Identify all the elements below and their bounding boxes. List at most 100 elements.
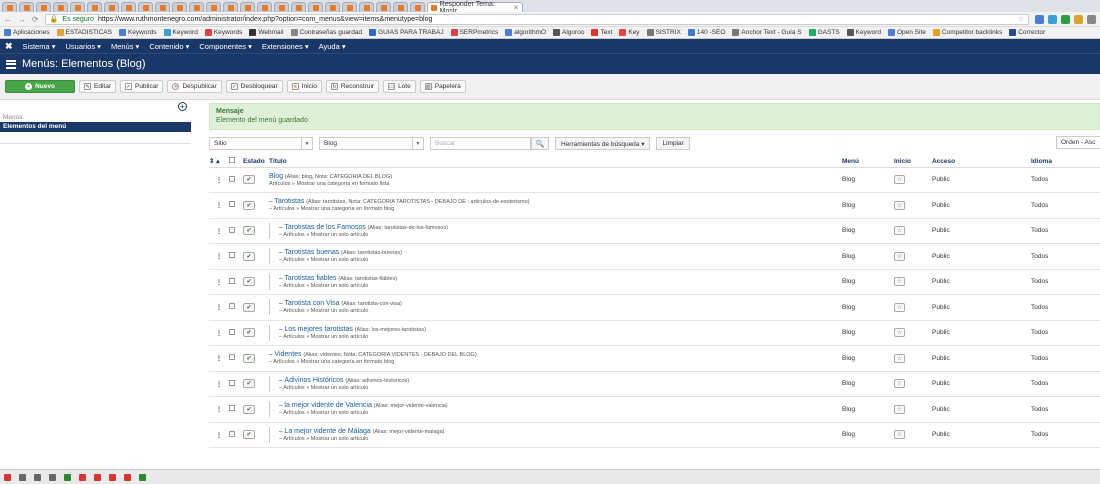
menu-item-link[interactable]: Tarotistas de los Famosos bbox=[284, 224, 365, 231]
browser-tab[interactable] bbox=[138, 2, 153, 12]
bookmark-item[interactable]: Algoroo bbox=[553, 29, 584, 36]
row-checkbox[interactable] bbox=[229, 379, 235, 386]
bookmark-item[interactable]: Keywords bbox=[118, 29, 157, 36]
published-check-icon[interactable]: ✔ bbox=[243, 404, 255, 414]
default-star-icon[interactable]: ☆ bbox=[894, 302, 905, 312]
add-circle-icon[interactable]: + bbox=[178, 102, 187, 111]
default-star-icon[interactable]: ☆ bbox=[894, 251, 905, 261]
default-star-icon[interactable]: ☆ bbox=[894, 226, 905, 236]
browser-tab[interactable] bbox=[104, 2, 119, 12]
menu-ayuda[interactable]: Ayuda ▾ bbox=[319, 42, 346, 51]
access-header[interactable]: Acceso bbox=[932, 156, 1031, 168]
url-field[interactable]: 🔒 Es seguro https://www.ruthmontenegro.c… bbox=[44, 13, 1029, 25]
search-tools-button[interactable]: Herramientas de búsqueda ▾ bbox=[555, 137, 651, 150]
drag-handle-icon[interactable]: ⋮ bbox=[209, 345, 229, 372]
download-item[interactable] bbox=[34, 473, 41, 481]
download-item[interactable] bbox=[79, 473, 86, 481]
trash-button[interactable]: ▥ Papelera bbox=[419, 80, 466, 93]
close-tab-icon[interactable]: ✕ bbox=[513, 4, 519, 12]
reload-icon[interactable]: ⟳ bbox=[32, 15, 39, 24]
default-star-icon[interactable]: ☆ bbox=[894, 404, 905, 414]
check-all-checkbox[interactable] bbox=[229, 157, 235, 164]
row-checkbox[interactable] bbox=[229, 303, 235, 310]
browser-tab[interactable] bbox=[257, 2, 272, 12]
drag-handle-icon[interactable]: ⋮ bbox=[209, 167, 229, 193]
drag-handle-icon[interactable]: ⋮ bbox=[209, 422, 229, 448]
menu-item-link[interactable]: Videntes bbox=[274, 351, 301, 358]
published-check-icon[interactable]: ✔ bbox=[243, 302, 255, 312]
bookmark-item[interactable]: Contraseñas guardad bbox=[290, 29, 362, 36]
browser-tab[interactable] bbox=[308, 2, 323, 12]
menu-componentes[interactable]: Componentes ▾ bbox=[199, 42, 252, 51]
back-icon[interactable]: ← bbox=[4, 15, 12, 24]
row-checkbox[interactable] bbox=[229, 201, 235, 208]
drag-handle-icon[interactable]: ⋮ bbox=[209, 371, 229, 397]
menu-item-link[interactable]: La mejor vidente de Málaga bbox=[284, 428, 370, 435]
bookmark-item[interactable]: GUIAS PARA TRABAJ bbox=[369, 29, 444, 36]
published-check-icon[interactable]: ✔ bbox=[243, 277, 255, 287]
default-star-icon[interactable]: ☆ bbox=[894, 430, 905, 440]
site-select[interactable]: Sitio ▼ bbox=[209, 137, 313, 150]
menu-item-link[interactable]: Adivinos Históricos bbox=[284, 377, 343, 384]
browser-tab[interactable] bbox=[342, 2, 357, 12]
menu-header[interactable]: Menú bbox=[842, 156, 894, 168]
extension-icon[interactable] bbox=[1061, 14, 1070, 24]
joomla-logo-icon[interactable]: ✖ bbox=[5, 41, 13, 52]
browser-tab[interactable] bbox=[155, 2, 170, 12]
published-check-icon[interactable]: ✔ bbox=[243, 175, 255, 185]
download-item[interactable] bbox=[124, 473, 131, 481]
bookmark-item[interactable]: Keywords bbox=[204, 29, 242, 36]
bookmark-item[interactable]: Text bbox=[591, 29, 612, 36]
drag-handle-icon[interactable]: ⋮ bbox=[209, 218, 229, 244]
published-check-icon[interactable]: ✔ bbox=[243, 200, 255, 210]
browser-tab[interactable] bbox=[291, 2, 306, 12]
bookmark-item[interactable]: Corrector bbox=[1009, 29, 1045, 36]
batch-button[interactable]: ▭ Lote bbox=[383, 80, 416, 93]
published-check-icon[interactable]: ✔ bbox=[243, 379, 255, 389]
browser-tab-active[interactable]: Responder Tema: Mostr ✕ bbox=[427, 1, 523, 12]
download-item[interactable] bbox=[109, 473, 116, 481]
extension-icon[interactable] bbox=[1048, 14, 1057, 24]
drag-handle-icon[interactable]: ⋮ bbox=[209, 396, 229, 423]
menu-menus[interactable]: Menús ▾ bbox=[111, 42, 139, 51]
menu-item-link[interactable]: Tarotistas fiables bbox=[284, 275, 336, 282]
menu-item-link[interactable]: Tarotistas buenas bbox=[284, 249, 339, 256]
browser-tab[interactable] bbox=[53, 2, 68, 12]
order-header[interactable]: ⇕ ▴ bbox=[209, 156, 229, 168]
sidebar-heading[interactable]: Menús bbox=[3, 114, 23, 121]
default-star-icon[interactable]: ☆ bbox=[894, 200, 905, 210]
publish-button[interactable]: ✓ Publicar bbox=[119, 80, 164, 93]
bookmark-item[interactable]: 140 -SEO bbox=[687, 29, 725, 36]
browser-tab[interactable] bbox=[36, 2, 51, 12]
published-check-icon[interactable]: ✔ bbox=[243, 353, 255, 363]
row-checkbox[interactable] bbox=[229, 175, 235, 182]
row-checkbox[interactable] bbox=[229, 277, 235, 284]
row-checkbox[interactable] bbox=[229, 430, 235, 437]
browser-tab[interactable] bbox=[240, 2, 255, 12]
menu-item-link[interactable]: Blog bbox=[269, 173, 283, 180]
row-checkbox[interactable] bbox=[229, 405, 235, 412]
browser-tab[interactable] bbox=[19, 2, 34, 12]
row-checkbox[interactable] bbox=[229, 328, 235, 335]
published-check-icon[interactable]: ✔ bbox=[243, 251, 255, 261]
bookmark-item[interactable]: Open Site bbox=[887, 29, 926, 36]
menu-select[interactable]: Blog ▼ bbox=[319, 137, 424, 150]
published-check-icon[interactable]: ✔ bbox=[243, 226, 255, 236]
clear-button[interactable]: Limpiar bbox=[656, 137, 690, 150]
bookmark-item[interactable]: Webmail bbox=[249, 29, 284, 36]
status-header[interactable]: Estado bbox=[243, 156, 269, 168]
menu-item-link[interactable]: Tarotistas bbox=[274, 198, 304, 205]
browser-tab[interactable] bbox=[359, 2, 374, 12]
menu-item-link[interactable]: Tarotista con Visa bbox=[284, 300, 339, 307]
browser-tab[interactable] bbox=[325, 2, 340, 12]
menu-icon[interactable] bbox=[1087, 14, 1096, 24]
menu-extensiones[interactable]: Extensiones ▾ bbox=[262, 42, 309, 51]
default-star-icon[interactable]: ☆ bbox=[894, 379, 905, 389]
title-header[interactable]: Título bbox=[269, 156, 842, 168]
bookmark-item[interactable]: Keyword bbox=[163, 29, 198, 36]
bookmark-item[interactable]: Competitor backlinks bbox=[932, 29, 1002, 36]
default-star-icon[interactable]: ☆ bbox=[894, 175, 905, 185]
bookmark-item[interactable]: SERPmetrics bbox=[450, 29, 498, 36]
download-item[interactable] bbox=[19, 473, 26, 481]
search-button[interactable]: 🔍 bbox=[531, 137, 549, 150]
